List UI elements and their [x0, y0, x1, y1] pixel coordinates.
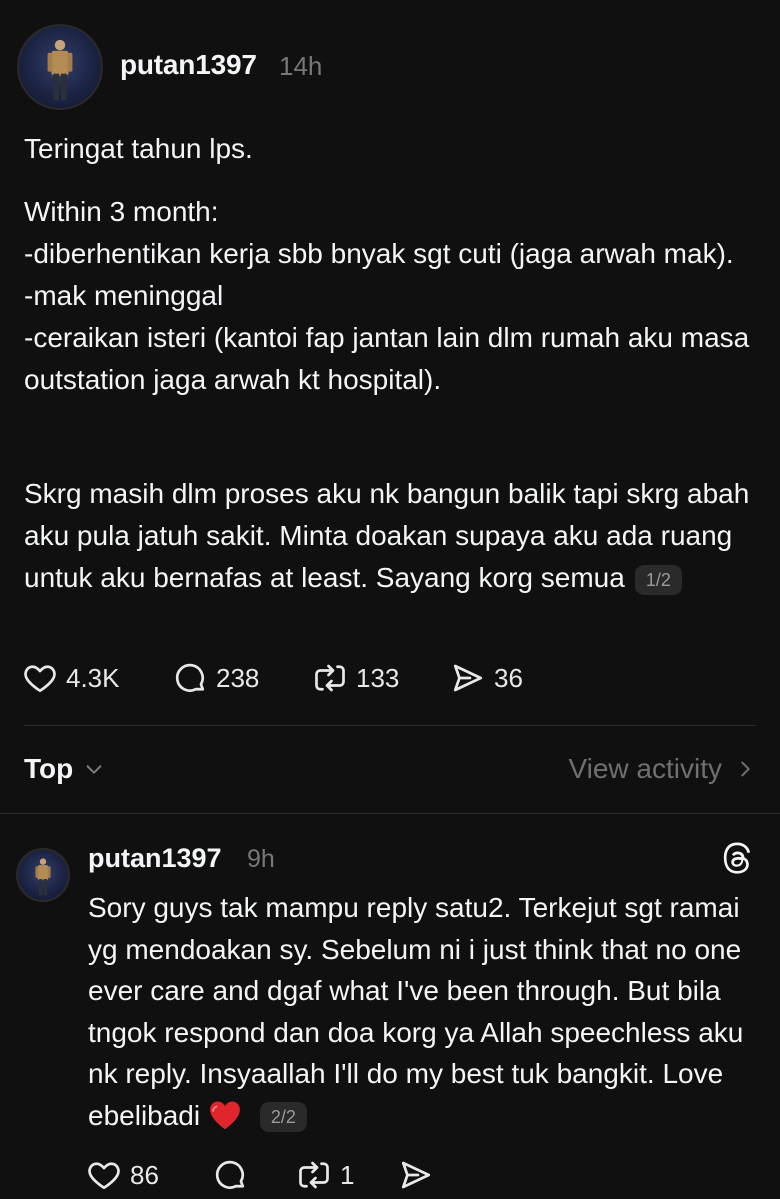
post-line: -ceraikan isteri (kantoi fap jantan lain… [24, 322, 750, 395]
like-button[interactable]: 4.3K [22, 660, 172, 696]
post-line: -diberhentikan kerja sbb bnyak sgt cuti … [24, 238, 734, 269]
author-username[interactable]: putan1397 [120, 49, 257, 81]
heart-icon [24, 665, 56, 693]
repost-count: 133 [356, 662, 400, 693]
like-count: 4.3K [66, 662, 120, 693]
comment-bubble-icon [215, 1160, 245, 1189]
post-line: -mak meninggal [24, 280, 224, 311]
thread-page-badge: 1/2 [634, 564, 682, 595]
repost-button[interactable]: 133 [312, 660, 450, 696]
reply-like-button[interactable]: 86 [86, 1157, 212, 1193]
red-heart-emoji [210, 1101, 240, 1129]
reply-author-avatar[interactable] [16, 848, 70, 902]
post-paragraph-3: Skrg masih dlm proses aku nk bangun bali… [24, 473, 759, 599]
repost-icon [299, 1161, 329, 1189]
send-icon [401, 1161, 431, 1189]
avatar-figure-image [47, 39, 73, 101]
reply-repost-count: 1 [340, 1159, 355, 1190]
post-paragraph-1: Teringat tahun lps. [24, 133, 253, 164]
reply-username[interactable]: putan1397 [88, 843, 222, 874]
divider [0, 813, 780, 814]
threads-logo-icon[interactable] [718, 840, 756, 878]
repost-icon [315, 664, 345, 692]
post-actions: 4.3K 238 133 36 [22, 660, 550, 696]
reply-comment-button[interactable] [212, 1157, 296, 1193]
heart-icon [88, 1162, 120, 1190]
reply-timestamp: 9h [247, 845, 275, 873]
post-paragraph-2: Within 3 month: -diberhentikan kerja sbb… [24, 191, 759, 401]
comment-count: 238 [216, 662, 260, 693]
reply-like-count: 86 [130, 1159, 159, 1190]
author-avatar[interactable] [17, 24, 103, 110]
sort-dropdown[interactable]: Top [24, 753, 105, 785]
post-timestamp: 14h [279, 51, 323, 81]
view-activity-label: View activity [568, 753, 722, 784]
share-button[interactable]: 36 [450, 660, 550, 696]
send-icon [453, 664, 483, 692]
reply-repost-button[interactable]: 1 [296, 1157, 398, 1193]
comment-button[interactable]: 238 [172, 660, 312, 696]
avatar-figure-image [35, 858, 51, 896]
reply-actions: 86 1 [86, 1157, 442, 1193]
divider [24, 725, 756, 726]
reply-share-button[interactable] [398, 1157, 442, 1193]
comment-bubble-icon [175, 663, 205, 692]
view-activity-link[interactable]: View activity [568, 753, 756, 785]
chevron-right-icon [741, 761, 750, 777]
sort-label: Top [24, 753, 74, 784]
reply-body: Sory guys tak mampu reply satu2. Terkeju… [88, 887, 758, 1136]
share-count: 36 [494, 662, 523, 693]
chevron-down-icon [86, 765, 102, 774]
reply-text: Sory guys tak mampu reply satu2. Terkeju… [88, 892, 744, 1131]
post-line: Within 3 month: [24, 196, 219, 227]
reply-page-badge: 2/2 [259, 1102, 307, 1133]
